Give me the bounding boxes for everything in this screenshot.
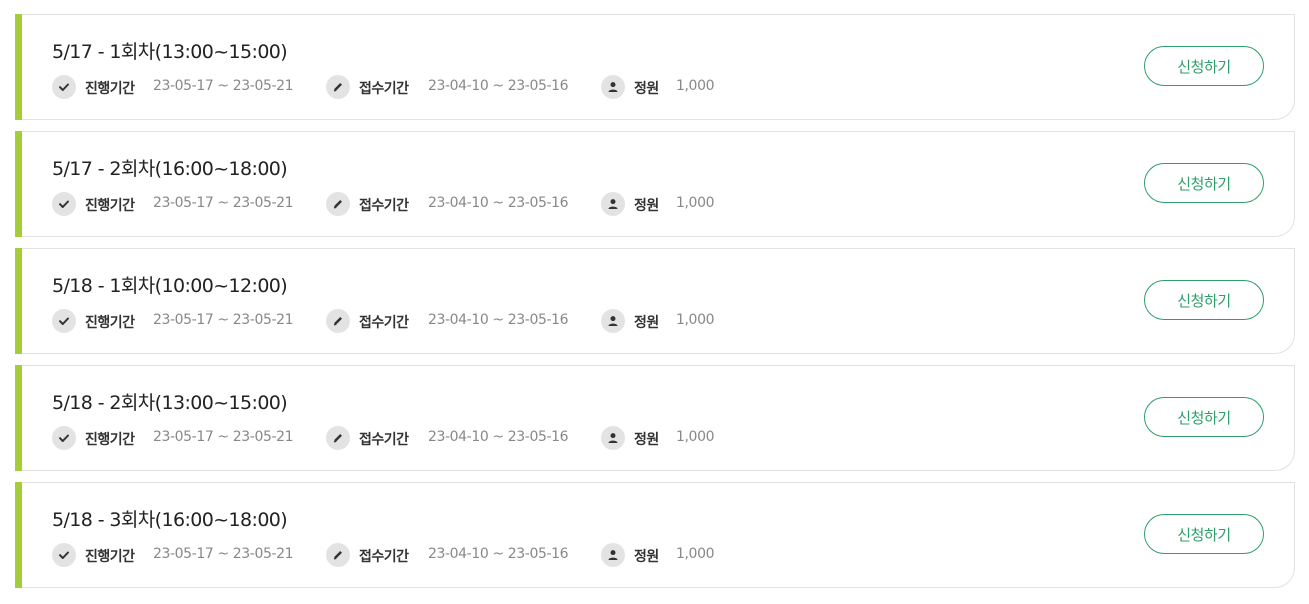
registration-value: 23-04-10 ~ 23-05-16 [428, 312, 569, 328]
period-label: 진행기간 [85, 549, 135, 565]
session-title: 5/18 - 3회차(16:00~18:00) [52, 509, 288, 531]
pencil-icon [326, 309, 350, 333]
period-label: 진행기간 [85, 198, 135, 214]
session-title: 5/17 - 1회차(13:00~15:00) [52, 41, 288, 63]
apply-button[interactable]: 신청하기 [1144, 163, 1264, 203]
person-icon [601, 75, 625, 99]
person-icon [601, 192, 625, 216]
check-icon [52, 192, 76, 216]
session-title: 5/18 - 2회차(13:00~15:00) [52, 392, 288, 414]
capacity-value: 1,000 [676, 78, 715, 94]
period-label: 진행기간 [85, 81, 135, 97]
session-title: 5/18 - 1회차(10:00~12:00) [52, 275, 288, 297]
apply-button[interactable]: 신청하기 [1144, 397, 1264, 437]
pencil-icon [326, 426, 350, 450]
session-card: 5/18 - 1회차(10:00~12:00) 진행기간 23-05-17 ~ … [15, 248, 1295, 354]
capacity-value: 1,000 [676, 546, 715, 562]
period-value: 23-05-17 ~ 23-05-21 [153, 546, 294, 562]
person-icon [601, 543, 625, 567]
apply-button[interactable]: 신청하기 [1144, 514, 1264, 554]
registration-label: 접수기간 [359, 432, 409, 448]
session-card: 5/17 - 2회차(16:00~18:00) 진행기간 23-05-17 ~ … [15, 131, 1295, 237]
accent-bar [15, 14, 22, 120]
capacity-value: 1,000 [676, 195, 715, 211]
period-value: 23-05-17 ~ 23-05-21 [153, 78, 294, 94]
period-value: 23-05-17 ~ 23-05-21 [153, 429, 294, 445]
capacity-label: 정원 [634, 432, 659, 448]
period-label: 진행기간 [85, 315, 135, 331]
accent-bar [15, 248, 22, 354]
registration-label: 접수기간 [359, 198, 409, 214]
accent-bar [15, 365, 22, 471]
registration-value: 23-04-10 ~ 23-05-16 [428, 429, 569, 445]
check-icon [52, 75, 76, 99]
registration-value: 23-04-10 ~ 23-05-16 [428, 78, 569, 94]
person-icon [601, 309, 625, 333]
capacity-value: 1,000 [676, 429, 715, 445]
registration-value: 23-04-10 ~ 23-05-16 [428, 195, 569, 211]
check-icon [52, 426, 76, 450]
session-title: 5/17 - 2회차(16:00~18:00) [52, 158, 288, 180]
registration-value: 23-04-10 ~ 23-05-16 [428, 546, 569, 562]
pencil-icon [326, 543, 350, 567]
capacity-label: 정원 [634, 81, 659, 97]
registration-label: 접수기간 [359, 549, 409, 565]
registration-label: 접수기간 [359, 81, 409, 97]
apply-button[interactable]: 신청하기 [1144, 46, 1264, 86]
pencil-icon [326, 192, 350, 216]
check-icon [52, 543, 76, 567]
session-card: 5/18 - 3회차(16:00~18:00) 진행기간 23-05-17 ~ … [15, 482, 1295, 588]
accent-bar [15, 131, 22, 237]
session-list: 5/17 - 1회차(13:00~15:00) 진행기간 23-05-17 ~ … [15, 14, 1295, 599]
capacity-value: 1,000 [676, 312, 715, 328]
capacity-label: 정원 [634, 198, 659, 214]
accent-bar [15, 482, 22, 588]
apply-button[interactable]: 신청하기 [1144, 280, 1264, 320]
pencil-icon [326, 75, 350, 99]
session-card: 5/18 - 2회차(13:00~15:00) 진행기간 23-05-17 ~ … [15, 365, 1295, 471]
period-label: 진행기간 [85, 432, 135, 448]
period-value: 23-05-17 ~ 23-05-21 [153, 195, 294, 211]
check-icon [52, 309, 76, 333]
registration-label: 접수기간 [359, 315, 409, 331]
capacity-label: 정원 [634, 549, 659, 565]
session-card: 5/17 - 1회차(13:00~15:00) 진행기간 23-05-17 ~ … [15, 14, 1295, 120]
person-icon [601, 426, 625, 450]
capacity-label: 정원 [634, 315, 659, 331]
period-value: 23-05-17 ~ 23-05-21 [153, 312, 294, 328]
